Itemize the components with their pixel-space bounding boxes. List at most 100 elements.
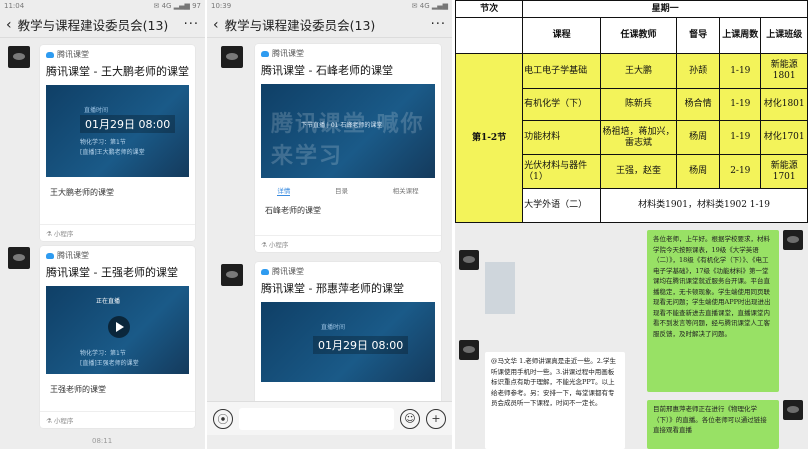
chat-header: ‹ 教学与课程建设委员会(13) ··· [207, 12, 452, 38]
cell-course: 大学外语（二） [522, 188, 602, 223]
avatar[interactable] [8, 46, 30, 68]
chat-title: 教学与课程建设委员会(13) [224, 18, 376, 33]
cell-course: 光伏材料与器件（1） [522, 154, 602, 189]
voice-icon[interactable]: ⦿ [213, 408, 233, 429]
chat-title: 教学与课程建设委员会(13) [17, 18, 169, 33]
avatar[interactable] [221, 46, 243, 68]
col-course: 课程 [522, 17, 602, 54]
col-teacher: 任课教师 [600, 17, 677, 54]
mini-program-card[interactable]: 腾讯课堂 腾讯课堂 - 石峰老师的课堂 腾讯课堂 喊你来学习 下节直播 | 01… [255, 44, 441, 252]
header-period: 节次 [455, 0, 524, 18]
thumb-date: 01月29日 08:00 [80, 115, 176, 133]
card-tabs: 详情 目录 相关课程 [255, 182, 441, 199]
tab-details[interactable]: 详情 [277, 185, 291, 196]
cell-supervisor: 杨周 [675, 154, 721, 189]
avatar[interactable] [783, 400, 803, 420]
card-caption: 王大鹏老师的课堂 [50, 188, 114, 197]
more-icon[interactable]: ··· [184, 17, 199, 32]
thumb-line: [直播]王强老师的课堂 [80, 360, 139, 367]
message-timestamp: 08:11 [92, 437, 113, 445]
thumb-line: 物化学习：第1节 [80, 350, 126, 357]
play-icon[interactable] [108, 316, 130, 338]
col-class: 上课班级 [760, 17, 808, 54]
card-footer: ⚗ 小程序 [40, 411, 195, 428]
cell-course: 功能材料 [522, 120, 602, 155]
card-title: 腾讯课堂 - 邢惠萍老师的课堂 [261, 282, 404, 295]
col-weeks: 上课周数 [719, 17, 762, 54]
cell-teacher: 杨祖培，蒋加兴，雷志斌 [600, 120, 677, 155]
thumb-sub: 下节直播 | 01 石峰老师的课堂 [301, 122, 383, 129]
status-time: 10:39 [211, 2, 232, 10]
card-title: 腾讯课堂 - 王大鹏老师的课堂 [46, 65, 189, 78]
status-time: 11:04 [4, 2, 25, 10]
status-bar: 11:04 ✉ 4G ▂▄▆ 97 [0, 0, 205, 12]
shared-image-thumbnail[interactable] [485, 262, 515, 314]
back-arrow-icon[interactable]: ‹ [213, 17, 219, 33]
avatar[interactable] [459, 250, 479, 270]
mini-program-card[interactable]: 腾讯课堂 腾讯课堂 - 王强老师的课堂 正在直播 物化学习：第1节 [直播]王强… [40, 246, 195, 428]
card-caption: 王强老师的课堂 [50, 385, 106, 394]
card-app-name: 腾讯课堂 [272, 267, 304, 276]
mini-program-card[interactable]: 腾讯课堂 腾讯课堂 - 邢惠萍老师的课堂 直播时间 01月29日 08:00 [255, 262, 441, 412]
status-icons: ✉ 4G ▂▄▆ 97 [153, 2, 201, 10]
avatar[interactable] [221, 264, 243, 286]
thumb-time-label: 直播时间 [84, 107, 109, 114]
status-bar: 10:39 ✉ 4G ▂▄▆ [207, 0, 452, 12]
header-day: 星期一 [522, 0, 808, 18]
mini-program-card[interactable]: 腾讯课堂 腾讯课堂 - 王大鹏老师的课堂 直播时间 01月29日 08:00 物… [40, 45, 195, 241]
chat-screen-left: 11:04 ✉ 4G ▂▄▆ 97 ‹ 教学与课程建设委员会(13) ··· 腾… [0, 0, 205, 449]
cell-class: 新能源1701 [760, 154, 808, 189]
cell-weeks: 1-19 [719, 88, 762, 121]
emoji-icon[interactable]: ☺ [400, 408, 420, 429]
thumb-live-label: 正在直播 [96, 298, 121, 305]
cell-teacher: 王强，赵奎 [600, 154, 677, 189]
cell-class: 材化1701 [760, 120, 808, 155]
mini-program-label: 小程序 [268, 241, 289, 249]
cell-course: 有机化学（下） [522, 88, 602, 121]
card-thumbnail: 正在直播 物化学习：第1节 [直播]王强老师的课堂 [46, 286, 189, 374]
card-title: 腾讯课堂 - 王强老师的课堂 [46, 266, 178, 279]
table-row: 第1-2节 电工电子学基础 王大鹏 孙颉 1-19 新能源1801 [455, 53, 808, 223]
tencent-class-icon [261, 268, 269, 275]
plus-icon[interactable]: + [426, 408, 446, 429]
card-footer: ⚗ 小程序 [255, 235, 441, 252]
message-input[interactable] [239, 407, 394, 430]
tencent-class-icon [46, 51, 54, 58]
tab-related[interactable]: 相关课程 [393, 185, 419, 196]
cell-teacher: 王大鹏 [600, 53, 677, 89]
thumb-time-label: 直播时间 [321, 324, 346, 331]
card-title: 腾讯课堂 - 石峰老师的课堂 [261, 64, 393, 77]
message-bubble-green: 目前邢惠萍老师正在进行《物理化学（下）》的直播。各位老师可以通过链接直接观看直播 [647, 400, 779, 449]
avatar[interactable] [459, 340, 479, 360]
card-thumbnail: 直播时间 01月29日 08:00 [261, 302, 435, 382]
card-app-name: 腾讯课堂 [57, 50, 89, 59]
card-footer: ⚗ 小程序 [40, 224, 195, 241]
message-input-bar: ⦿ ☺ + [207, 401, 452, 435]
schedule-and-chat-right: 节次 星期一 课程 任课教师 督导 上课周数 上课班级 第1-2节 电工电子学基… [455, 0, 808, 449]
thumb-date: 01月29日 08:00 [313, 336, 409, 354]
cell-detail: 材料类1901，材料类1902 1-19 [600, 188, 808, 223]
card-thumbnail: 腾讯课堂 喊你来学习 下节直播 | 01 石峰老师的课堂 [261, 84, 435, 178]
back-arrow-icon[interactable]: ‹ [6, 17, 12, 33]
card-caption: 石峰老师的课堂 [265, 206, 321, 215]
more-icon[interactable]: ··· [431, 17, 446, 32]
thumb-big-text: 腾讯课堂 喊你来学习 [271, 112, 425, 169]
avatar[interactable] [783, 230, 803, 250]
mini-program-label: 小程序 [53, 417, 74, 425]
chat-header: ‹ 教学与课程建设委员会(13) ··· [0, 12, 205, 38]
chat-screen-middle: 10:39 ✉ 4G ▂▄▆ ‹ 教学与课程建设委员会(13) ··· 腾讯课堂… [207, 0, 452, 449]
tencent-class-icon [46, 252, 54, 259]
tab-catalog[interactable]: 目录 [335, 185, 348, 196]
cell-weeks: 1-19 [719, 120, 762, 155]
card-app-name: 腾讯课堂 [57, 251, 89, 260]
thumb-line: 物化学习：第1节 [80, 139, 126, 146]
thumb-line: [直播]王大鹏老师的课堂 [80, 149, 145, 156]
cell-supervisor: 杨周 [675, 120, 721, 155]
cell-weeks: 2-19 [719, 154, 762, 189]
avatar[interactable] [8, 247, 30, 269]
message-bubble-white: @马文华 1.老师讲课真是走近一些。2.学生听课使用手机时一些。3.讲课过程中用… [485, 352, 625, 449]
cell-course: 电工电子学基础 [522, 53, 602, 89]
course-schedule-table: 节次 星期一 课程 任课教师 督导 上课周数 上课班级 第1-2节 电工电子学基… [455, 0, 808, 223]
cell-class: 新能源1801 [760, 53, 808, 89]
mini-program-label: 小程序 [53, 230, 74, 238]
